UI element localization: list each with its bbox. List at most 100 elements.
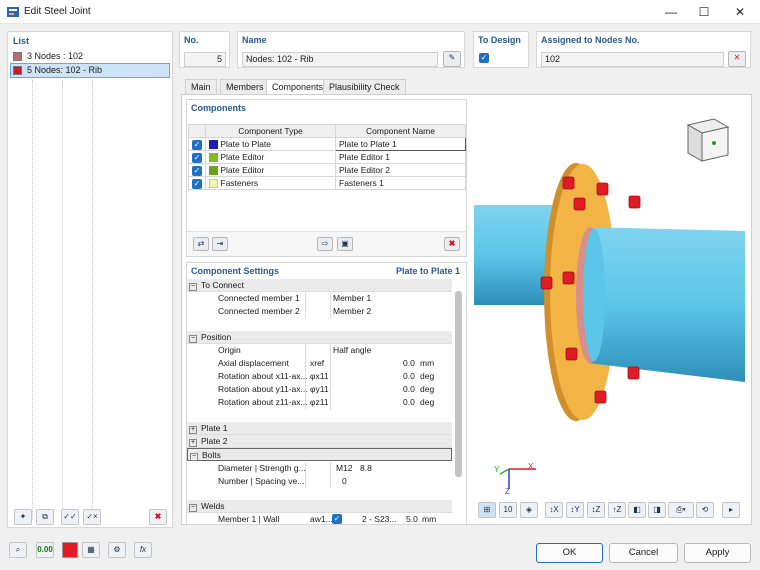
component-name[interactable]: Plate Editor 1 <box>339 152 390 162</box>
ok-button[interactable]: OK <box>536 543 603 563</box>
weld-type[interactable]: 2 - S23... <box>362 513 397 524</box>
tab-plausibility-check[interactable]: Plausibility Check <box>323 79 406 94</box>
member-1-value[interactable]: Member 1 <box>333 292 371 305</box>
weld-checkbox[interactable]: ✓ <box>332 514 342 524</box>
collapse-icon[interactable]: − <box>190 453 198 461</box>
member-2-value[interactable]: Member 2 <box>333 305 371 318</box>
tree-line <box>32 80 33 520</box>
close-button[interactable]: ✕ <box>722 0 758 24</box>
collapse-icon[interactable]: − <box>189 335 197 343</box>
uncheck-icon[interactable]: ✓× <box>83 509 101 525</box>
search-icon[interactable]: ⌕ <box>9 542 27 558</box>
group-plate-2[interactable]: + Plate 2 <box>187 435 452 448</box>
table-row[interactable]: ✓ Plate to Plate Plate to Plate 1 <box>188 137 466 151</box>
to-design-checkbox[interactable]: ✓ <box>479 53 489 63</box>
view-z-icon[interactable]: ↕Z <box>587 502 605 518</box>
list-item-label: 3 Nodes : 102 <box>27 51 84 61</box>
save-icon[interactable]: ▣ <box>337 237 353 251</box>
3d-view[interactable]: X Y Z <box>474 99 745 521</box>
view-y-icon[interactable]: ↕Y <box>566 502 584 518</box>
table-row[interactable]: ✓ Plate Editor Plate Editor 1 <box>188 150 466 164</box>
copy-item-icon[interactable]: ⧉ <box>36 509 54 525</box>
import-icon[interactable]: ⇨ <box>317 237 333 251</box>
group-to-connect[interactable]: − To Connect <box>187 279 452 292</box>
rotation-y-value[interactable]: 0.0 <box>403 383 415 396</box>
apply-button[interactable]: Apply <box>684 543 751 563</box>
connected-member-1-row[interactable]: Connected member 1 Member 1 <box>218 292 452 305</box>
decimal-display-icon[interactable]: 0.00 <box>36 542 54 558</box>
expand-panel-icon[interactable]: ▸ <box>722 502 740 518</box>
expand-icon[interactable]: + <box>189 439 197 447</box>
new-item-icon[interactable]: ✦ <box>14 509 32 525</box>
group-bolts[interactable]: − Bolts <box>187 448 452 461</box>
component-name[interactable]: Plate to Plate 1 <box>339 139 397 149</box>
tab-components[interactable]: Components <box>266 79 330 94</box>
iso-view-icon[interactable]: ◧ <box>628 502 646 518</box>
formula-icon[interactable]: fx <box>134 542 152 558</box>
diameter-row[interactable]: Diameter | Strength g... M12 8.8 <box>218 462 452 475</box>
insert-below-icon[interactable]: ⇥ <box>212 237 228 251</box>
list-item[interactable]: 3 Nodes : 102 <box>10 49 170 63</box>
axial-row[interactable]: Axial displacement xref 0.0 mm <box>218 357 452 370</box>
rotation-x-value[interactable]: 0.0 <box>403 370 415 383</box>
view-mode-icon[interactable]: ⊞ <box>478 502 496 518</box>
origin-value[interactable]: Half angle <box>333 344 371 357</box>
table-row[interactable]: ✓ Fasteners Fasteners 1 <box>188 176 466 190</box>
rotation-y-row[interactable]: Rotation about y11-ax... φy11 0.0 deg <box>218 383 452 396</box>
number-value[interactable]: 0 <box>342 475 347 488</box>
collapse-icon[interactable]: − <box>189 504 197 512</box>
edit-name-icon[interactable]: ✎ <box>443 51 461 67</box>
axial-value[interactable]: 0.0 <box>403 357 415 370</box>
pick-nodes-icon[interactable]: ✕ <box>728 51 746 67</box>
expand-icon[interactable]: + <box>189 426 197 434</box>
insert-component-icon[interactable]: ⇄ <box>193 237 209 251</box>
origin-row[interactable]: Origin Half angle <box>218 344 452 357</box>
row-checkbox[interactable]: ✓ <box>192 178 202 189</box>
table-row[interactable]: ✓ Plate Editor Plate Editor 2 <box>188 163 466 177</box>
cancel-button[interactable]: Cancel <box>609 543 678 563</box>
group-position[interactable]: − Position <box>187 331 452 344</box>
number-row[interactable]: Number | Spacing ve... 0 <box>218 475 452 488</box>
scrollbar[interactable] <box>455 291 462 477</box>
color-icon[interactable] <box>62 542 78 558</box>
weld-row[interactable]: Member 1 | Wall aw1... ✓ 2 - S23... 5.0 … <box>218 513 452 524</box>
delete-icon[interactable]: ✖ <box>149 509 167 525</box>
render-icon[interactable]: ◈ <box>520 502 538 518</box>
component-name[interactable]: Plate Editor 2 <box>339 165 390 175</box>
strength-value[interactable]: 8.8 <box>360 462 372 475</box>
rotation-z-row[interactable]: Rotation about z11-ax... φz11 0.0 deg <box>218 396 452 409</box>
name-label: Name <box>242 35 267 45</box>
view-neg-z-icon[interactable]: ↑Z <box>608 502 626 518</box>
numbering-icon[interactable]: 10 <box>499 502 517 518</box>
maximize-button[interactable]: ☐ <box>686 0 722 24</box>
list-item-selected[interactable]: 5 Nodes: 102 - Rib <box>10 63 170 78</box>
diameter-value[interactable]: M12 <box>336 462 353 475</box>
check-all-icon[interactable]: ✓✓ <box>61 509 79 525</box>
print-icon[interactable]: ⎙▾ <box>668 502 694 518</box>
weld-value[interactable]: 5.0 <box>406 513 418 524</box>
no-field[interactable]: 5 <box>184 52 226 67</box>
delete-component-icon[interactable]: ✖ <box>444 237 460 251</box>
view-x-icon[interactable]: ↕X <box>545 502 563 518</box>
row-checkbox[interactable]: ✓ <box>192 152 202 163</box>
reset-view-icon[interactable]: ⟲ <box>696 502 714 518</box>
rotation-x-row[interactable]: Rotation about x11-ax... φx11 0.0 deg <box>218 370 452 383</box>
group-welds[interactable]: − Welds <box>187 500 452 513</box>
minimize-button[interactable]: — <box>653 0 689 24</box>
rotation-z-value[interactable]: 0.0 <box>403 396 415 409</box>
component-name[interactable]: Fasteners 1 <box>339 178 384 188</box>
collapse-icon[interactable]: − <box>189 283 197 291</box>
wireframe-icon[interactable]: ◨ <box>648 502 666 518</box>
tab-main[interactable]: Main <box>185 79 217 94</box>
display-options-icon[interactable]: ▦ <box>82 542 100 558</box>
name-field[interactable]: Nodes: 102 - Rib <box>242 52 438 67</box>
assigned-nodes-field[interactable]: 102 <box>541 52 724 67</box>
group-plate-1[interactable]: + Plate 1 <box>187 422 452 435</box>
components-heading: Components <box>191 103 246 113</box>
connected-member-2-row[interactable]: Connected member 2 Member 2 <box>218 305 452 318</box>
row-checkbox[interactable]: ✓ <box>192 139 202 150</box>
units-icon[interactable]: ⚙ <box>108 542 126 558</box>
view-cube-icon[interactable] <box>680 115 732 163</box>
row-checkbox[interactable]: ✓ <box>192 165 202 176</box>
tab-members[interactable]: Members <box>220 79 270 94</box>
